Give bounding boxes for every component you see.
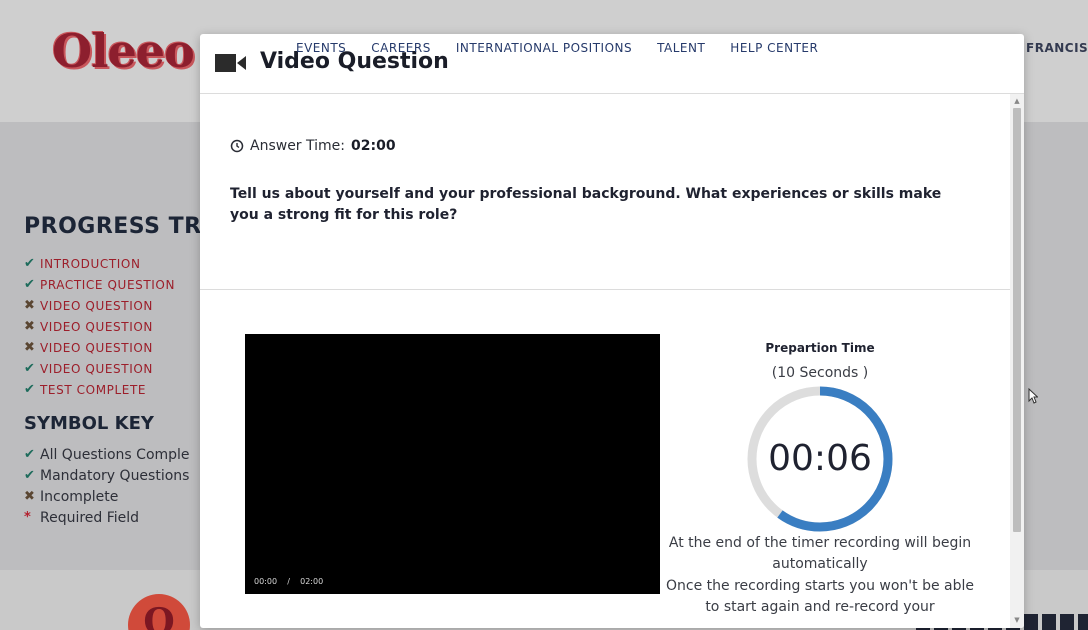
preparation-time-title: Prepartion Time [765,341,875,355]
answer-time-value: 02:00 [351,138,396,154]
symbol-key-list: ✔ All Questions Comple ✔ Mandatory Questio… [24,444,190,528]
video-question-modal: Video Question EVENTS CAREERS INTERNATIO… [200,34,1024,628]
modal-header: Video Question EVENTS CAREERS INTERNATIO… [200,34,1024,94]
symbol-key-item: ✔ All Questions Comple [24,446,190,463]
clock-icon [230,139,244,153]
symbol-key-item: ✖ Incomplete [24,488,119,505]
symbol-key-item: ✔ Mandatory Questions [24,467,190,484]
preparation-time-subtitle: (10 Seconds ) [771,365,869,381]
check-icon: ✔ [24,277,36,292]
answer-time-label: Answer Time: [250,138,345,154]
symbol-key-title: SYMBOL KEY [24,413,154,434]
progress-item: ✖ VIDEO QUESTION [24,319,153,334]
video-current-time: 00:00 [254,577,278,586]
check-icon: ✔ [24,256,36,271]
no-rerecord-note: Once the recording starts you won't be a… [665,578,975,615]
check-icon: ✔ [24,382,36,397]
video-time-separator: / [287,577,290,586]
nav-careers[interactable]: CAREERS [371,41,431,55]
check-icon: ✔ [24,447,35,462]
modal-body: Answer Time: 02:00 Tell us about yoursel… [200,94,1010,628]
cross-icon: ✖ [24,319,36,334]
asterisk-icon: * [24,510,31,525]
video-total-time: 02:00 [300,577,324,586]
oleeo-logo[interactable]: Oleeo [52,24,195,78]
video-preview[interactable]: 00:00 / 02:00 [245,334,660,594]
check-icon: ✔ [24,468,35,483]
video-timecode: 00:00 / 02:00 [254,577,323,586]
progress-item: ✔ PRACTICE QUESTION [24,277,176,292]
nav-help-center[interactable]: HELP CENTER [730,41,818,55]
section-divider [200,289,1010,290]
progress-tracker-title: PROGRESS TR [24,214,202,239]
cross-icon: ✖ [24,340,36,355]
nav-international-positions[interactable]: INTERNATIONAL POSITIONS [456,41,632,55]
nav-events[interactable]: EVENTS [296,41,346,55]
nav-talent[interactable]: TALENT [657,41,705,55]
progress-item: ✔ VIDEO QUESTION [24,361,153,376]
cross-icon: ✖ [24,298,36,313]
scroll-up-arrow-icon[interactable]: ▲ [1013,97,1021,105]
site-nav: EVENTS CAREERS INTERNATIONAL POSITIONS T… [296,41,818,55]
progress-item: ✔ TEST COMPLETE [24,382,147,397]
progress-item: ✖ VIDEO QUESTION [24,298,153,313]
scroll-down-arrow-icon[interactable]: ▼ [1013,616,1021,624]
mouse-cursor-icon [1028,388,1038,404]
cross-icon: ✖ [24,489,35,504]
auto-record-note: At the end of the timer recording will b… [668,535,972,572]
question-text: Tell us about yourself and your professi… [230,186,942,223]
progress-item: ✖ VIDEO QUESTION [24,340,153,355]
progress-list: ✔ INTRODUCTION ✔ PRACTICE QUESTION ✖ VIDEO … [24,253,175,400]
user-name[interactable]: FRANCIS [1026,41,1088,55]
countdown-value: 00:06 [768,438,872,479]
countdown-timer: 00:06 [745,384,895,534]
answer-time: Answer Time: 02:00 [230,138,396,154]
check-icon: ✔ [24,361,36,376]
scrollbar-thumb[interactable] [1013,108,1021,532]
video-camera-icon [215,54,246,72]
progress-item: ✔ INTRODUCTION [24,256,141,271]
symbol-key-item: * Required Field [24,509,140,526]
